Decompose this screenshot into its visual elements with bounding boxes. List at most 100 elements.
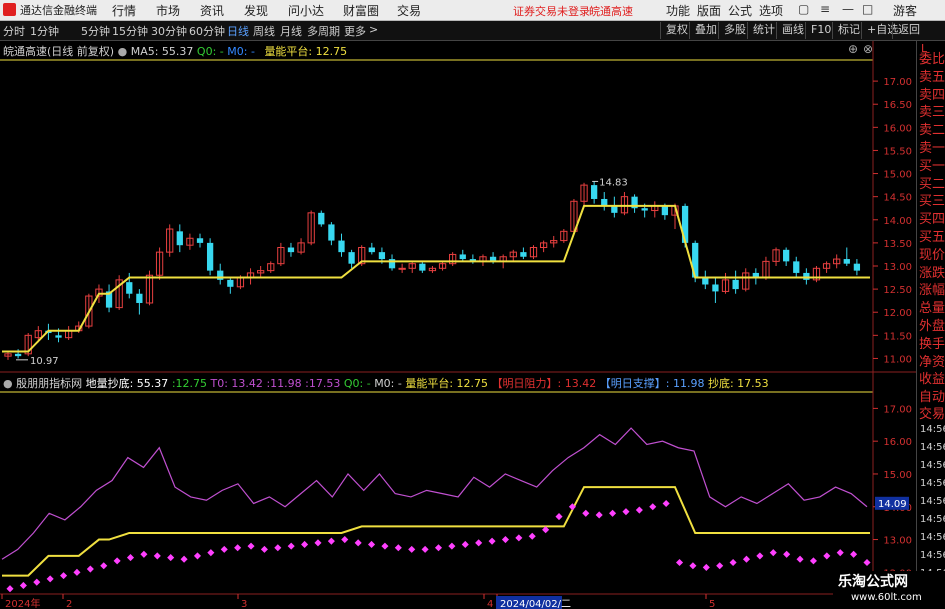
watermark-url: www.60lt.com	[851, 592, 922, 603]
candle-body-down	[196, 238, 204, 243]
candle-body-down	[783, 249, 790, 262]
indicator-dot	[448, 542, 456, 550]
indicator-dot	[354, 539, 362, 547]
watermark: 乐淘公式网 www.60lt.com	[833, 571, 945, 609]
candle-body-down	[732, 279, 739, 290]
indicator-dot	[675, 558, 684, 567]
side-time-item: 14:56	[920, 532, 945, 543]
candle-body-down	[520, 252, 527, 257]
candle-body-down	[287, 247, 295, 253]
indicator-dot	[796, 555, 804, 563]
indicator-dot	[702, 563, 710, 571]
indicator-dot	[649, 503, 657, 511]
candle-body-down	[176, 231, 183, 246]
indicator-tick-label: 17.00	[883, 404, 912, 415]
current-value-label: 14.09	[878, 499, 907, 510]
side-item[interactable]: 买三	[919, 190, 945, 209]
indicator-dot	[836, 549, 844, 557]
candle-body-down	[206, 242, 214, 271]
indicator-dot	[6, 585, 14, 593]
price-tick-label: 16.50	[883, 100, 912, 111]
side-item[interactable]: 卖四	[919, 84, 945, 103]
side-item[interactable]: 涨跌	[919, 262, 945, 281]
indicator-dot	[783, 550, 791, 558]
price-tick-label: 16.00	[883, 123, 912, 134]
side-item[interactable]: 买二	[919, 173, 945, 192]
side-item[interactable]: 总量	[919, 297, 945, 316]
indicator-dot	[769, 549, 777, 557]
indicator-dot	[274, 544, 282, 552]
side-time-item: 14:56	[920, 442, 945, 453]
price-tick-label: 11.50	[883, 331, 912, 342]
high-annotation: 14.83	[599, 177, 628, 188]
side-time-item: 14:56	[920, 478, 945, 489]
candle-body-down	[126, 282, 133, 294]
candle-body-up	[398, 267, 406, 270]
indicator-dot	[167, 554, 175, 562]
indicator-dot	[180, 555, 188, 563]
price-tick-label: 13.50	[883, 239, 912, 250]
platform-line	[2, 204, 870, 353]
indicator-dot	[809, 557, 817, 565]
indicator-dot	[234, 544, 242, 552]
candle-body-down	[601, 198, 608, 206]
indicator-dot	[73, 568, 81, 576]
candle-body-down	[14, 353, 22, 357]
side-item[interactable]: 净资	[919, 351, 945, 370]
indicator-dot	[515, 534, 523, 542]
side-item[interactable]: 卖一	[919, 137, 945, 156]
indicator-dot	[193, 552, 202, 560]
indicator-dot	[287, 542, 295, 550]
side-item[interactable]: 外盘	[919, 315, 945, 334]
side-item[interactable]: 收益	[919, 368, 945, 387]
kline-chart[interactable]: 17.00 16.50 16.00 15.50 15.00 14.50 14.00 13.50…	[0, 0, 945, 609]
candle-body-down	[641, 208, 648, 211]
indicator-dot	[501, 536, 509, 544]
side-item[interactable]: 卖三	[919, 101, 945, 120]
indicator-dot	[850, 550, 858, 558]
indicator-dot	[60, 572, 68, 580]
indicator-dot	[46, 575, 54, 583]
candle-body-down	[611, 205, 618, 213]
side-item[interactable]: 卖五	[919, 66, 945, 85]
indicator-dot	[622, 508, 630, 516]
candle-body-down	[793, 261, 800, 273]
side-item[interactable]: 现价	[919, 244, 945, 263]
side-time-item: 14:56	[920, 424, 945, 435]
indicator-dot	[100, 562, 108, 570]
indicator-dot	[434, 544, 443, 552]
side-lower-item[interactable]: 交易	[919, 403, 945, 422]
side-time-item: 14:56	[920, 496, 945, 507]
indicator-dot	[207, 549, 215, 557]
x-axis-label: 5	[709, 599, 715, 609]
price-tick-label: 13.00	[883, 262, 912, 273]
side-item[interactable]: 委比	[919, 48, 945, 67]
indicator-dot	[341, 536, 349, 544]
side-item[interactable]: 买四	[919, 208, 945, 227]
side-item[interactable]: 卖二	[919, 119, 945, 138]
side-item[interactable]: 涨幅	[919, 279, 945, 298]
candle-body-down	[843, 259, 850, 264]
x-axis-label: 3	[241, 599, 247, 609]
side-item[interactable]: 换手	[919, 333, 945, 352]
price-tick-label: 15.50	[883, 146, 912, 157]
indicator-dot	[301, 540, 309, 548]
indicator-dot	[368, 540, 376, 548]
x-axis-label: 2	[66, 599, 72, 609]
indicator-dot	[756, 552, 764, 560]
indicator-dot	[528, 532, 536, 540]
indicator-dot	[220, 545, 228, 553]
indicator-dot	[863, 558, 871, 567]
side-item[interactable]: 买一	[919, 155, 945, 174]
candle-body-down	[419, 263, 426, 271]
candle-body-down	[338, 240, 345, 253]
price-tick-label: 17.00	[883, 77, 912, 88]
indicator-dot	[153, 552, 161, 560]
x-axis-label: 2024/04/02/二	[500, 599, 571, 609]
candle-body-down	[712, 284, 719, 292]
indicator-dot	[381, 542, 389, 550]
x-axis-label: 4	[487, 599, 493, 609]
price-tick-label: 12.00	[883, 308, 912, 319]
indicator-dot	[394, 544, 402, 552]
side-item[interactable]: 买五	[919, 226, 945, 245]
